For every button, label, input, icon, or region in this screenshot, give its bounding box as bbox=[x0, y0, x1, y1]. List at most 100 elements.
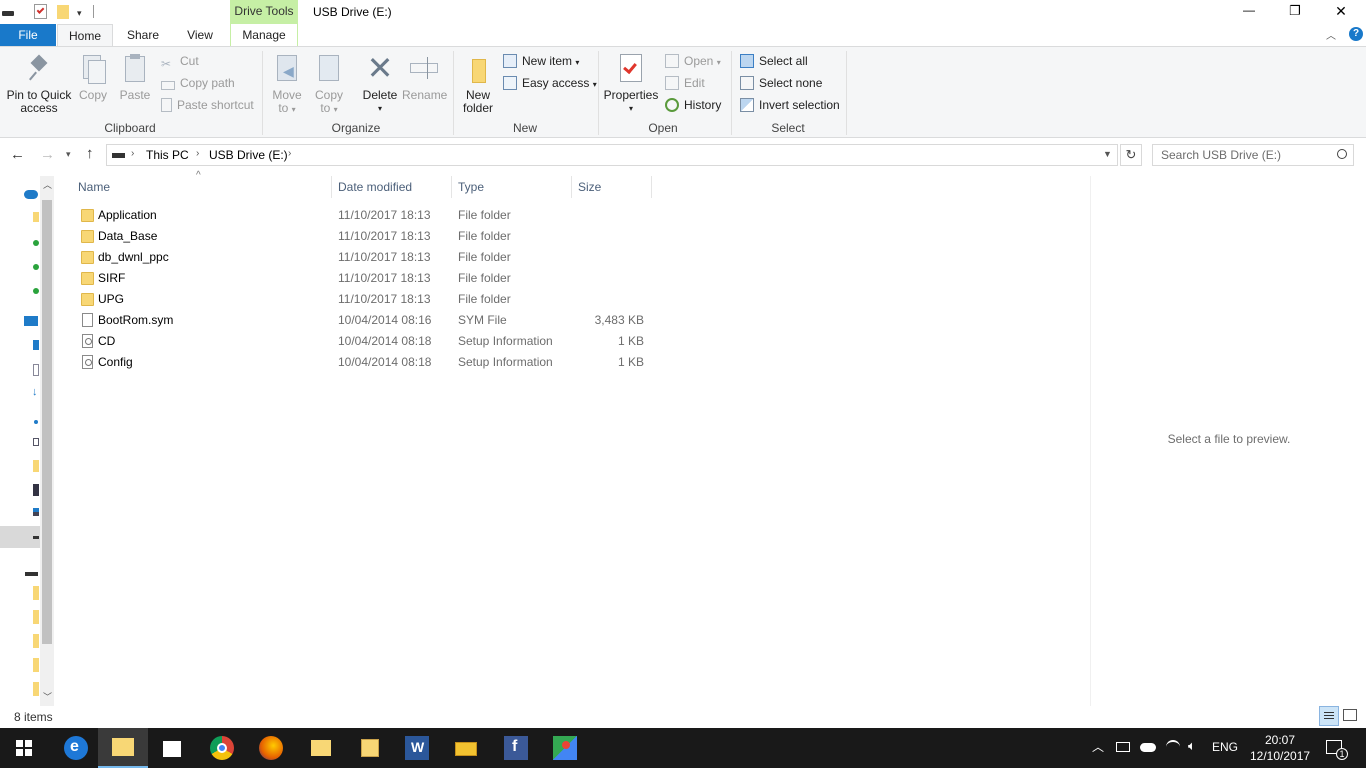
breadcrumb-usb-drive[interactable]: USB Drive (E:) bbox=[209, 147, 288, 163]
word-icon[interactable]: W bbox=[405, 736, 429, 760]
delete-dropdown-icon[interactable]: ▾ bbox=[358, 102, 402, 115]
maximize-button[interactable]: ❐ bbox=[1272, 0, 1318, 24]
column-header-size[interactable]: Size bbox=[572, 176, 652, 198]
select-all-button[interactable]: Select all bbox=[740, 53, 808, 69]
nav-folder-icon[interactable] bbox=[33, 460, 39, 472]
facebook-icon[interactable]: f bbox=[504, 736, 528, 760]
copy-button[interactable]: Copy bbox=[74, 53, 112, 102]
column-header-date[interactable]: Date modified bbox=[332, 176, 452, 198]
file-row[interactable]: UPG 11/10/2017 18:13 File folder bbox=[76, 289, 656, 310]
chrome-icon[interactable] bbox=[210, 736, 234, 760]
copy-path-button[interactable]: Copy path bbox=[161, 75, 235, 91]
clock-date[interactable]: 12/10/2017 bbox=[1250, 749, 1310, 763]
invert-selection-button[interactable]: Invert selection bbox=[740, 97, 840, 113]
file-row[interactable]: Config 10/04/2014 08:18 Setup Information 1… bbox=[76, 352, 656, 373]
minimize-button[interactable]: — bbox=[1226, 0, 1272, 24]
properties-button[interactable]: Properties ▾ bbox=[602, 53, 660, 115]
firefox-icon[interactable] bbox=[259, 736, 283, 760]
nav-selected-usb-drive[interactable] bbox=[0, 526, 40, 548]
nav-usb-drive-icon[interactable] bbox=[25, 572, 38, 576]
usb-tray-icon[interactable] bbox=[1116, 742, 1130, 752]
copy-to-button[interactable]: Copy to ▾ bbox=[310, 53, 348, 116]
file-row[interactable]: CD 10/04/2014 08:18 Setup Information 1 KB bbox=[76, 331, 656, 352]
nav-folder-icon[interactable] bbox=[33, 586, 39, 600]
nav-music-icon[interactable] bbox=[34, 420, 38, 424]
edge-icon[interactable]: e bbox=[64, 736, 88, 760]
file-row[interactable]: SIRF 11/10/2017 18:13 File folder bbox=[76, 268, 656, 289]
nav-network-icon[interactable] bbox=[33, 508, 39, 512]
history-button[interactable]: History bbox=[665, 97, 721, 113]
move-to-button[interactable]: ◀ Move to ▾ bbox=[268, 53, 306, 116]
start-windows-icon[interactable] bbox=[16, 740, 32, 756]
paste-button[interactable]: Paste bbox=[114, 53, 156, 102]
search-icon[interactable] bbox=[1337, 149, 1347, 159]
file-row[interactable]: BootRom.sym 10/04/2014 08:16 SYM File 3,483… bbox=[76, 310, 656, 331]
nav-videos-icon[interactable] bbox=[33, 484, 39, 496]
nav-folder-icon[interactable] bbox=[33, 610, 39, 624]
file-explorer-taskbar-icon[interactable] bbox=[98, 728, 148, 768]
nav-folder-icon[interactable] bbox=[33, 682, 39, 696]
nav-desktop-icon[interactable] bbox=[33, 340, 39, 350]
file-row[interactable]: Application 11/10/2017 18:13 File folder bbox=[76, 205, 656, 226]
select-none-button[interactable]: Select none bbox=[740, 75, 822, 91]
address-dropdown-icon[interactable]: ▼ bbox=[1103, 149, 1112, 159]
nav-downloads-icon[interactable]: ↓ bbox=[32, 386, 38, 398]
folder-shortcut-icon[interactable] bbox=[309, 736, 333, 760]
breadcrumb-chevron-icon[interactable]: › bbox=[196, 148, 199, 159]
onedrive-icon[interactable] bbox=[24, 190, 38, 199]
rename-button[interactable]: Rename bbox=[402, 53, 447, 102]
maps-icon[interactable] bbox=[553, 736, 577, 760]
nav-folder-icon[interactable] bbox=[33, 658, 39, 672]
column-header-name[interactable]: Name bbox=[72, 176, 332, 198]
customize-toolbar-icon[interactable]: ▾ bbox=[77, 8, 82, 19]
wifi-icon[interactable] bbox=[1166, 740, 1180, 754]
details-view-button[interactable] bbox=[1319, 706, 1339, 726]
tab-share[interactable]: Share bbox=[114, 24, 172, 46]
show-hidden-icons[interactable]: ︿ bbox=[1092, 738, 1104, 755]
scroll-up-icon[interactable]: ︿ bbox=[43, 178, 52, 191]
recent-locations-dropdown-icon[interactable]: ▾ bbox=[66, 149, 71, 160]
pin-to-quick-access-button[interactable]: Pin to Quick access bbox=[4, 53, 74, 115]
breadcrumb-chevron-icon[interactable]: › bbox=[131, 148, 134, 159]
nav-folder-icon[interactable] bbox=[33, 634, 39, 648]
delete-button[interactable]: ✕ Delete ▾ bbox=[358, 52, 402, 115]
volume-muted-icon[interactable]: 🔈︎ bbox=[1188, 738, 1196, 754]
nav-drive-icon[interactable] bbox=[33, 512, 39, 516]
open-button[interactable]: Open ▾ bbox=[665, 53, 721, 71]
file-row[interactable]: Data_Base 11/10/2017 18:13 File folder bbox=[76, 226, 656, 247]
properties-dropdown-icon[interactable]: ▾ bbox=[602, 102, 660, 115]
back-button[interactable]: ← bbox=[10, 147, 25, 163]
scroll-down-icon[interactable]: ﹀ bbox=[43, 690, 52, 703]
up-button[interactable]: ↑ bbox=[86, 146, 94, 162]
onedrive-tray-icon[interactable] bbox=[1140, 743, 1156, 752]
tab-manage[interactable]: Manage bbox=[230, 24, 298, 46]
documents-shortcut-icon[interactable] bbox=[358, 736, 382, 760]
forward-button[interactable]: → bbox=[40, 147, 55, 163]
scroll-thumb[interactable] bbox=[42, 200, 52, 644]
new-folder-quick-icon[interactable] bbox=[57, 5, 69, 19]
nav-scrollbar[interactable]: ︿ ﹀ bbox=[40, 176, 54, 706]
paste-shortcut-button[interactable]: Paste shortcut bbox=[161, 97, 254, 113]
breadcrumb-chevron-icon[interactable]: › bbox=[288, 148, 291, 159]
nav-folder-icon[interactable] bbox=[33, 212, 39, 222]
edit-button[interactable]: Edit bbox=[665, 75, 705, 91]
collapse-ribbon-icon[interactable]: ︿ bbox=[1326, 27, 1336, 42]
this-pc-icon[interactable] bbox=[24, 316, 38, 326]
nav-documents-icon[interactable] bbox=[33, 364, 39, 376]
tab-view[interactable]: View bbox=[172, 24, 228, 46]
properties-quick-icon[interactable] bbox=[34, 4, 47, 19]
large-icons-view-button[interactable] bbox=[1343, 709, 1357, 721]
close-button[interactable]: ✕ bbox=[1318, 0, 1364, 24]
file-row[interactable]: db_dwnl_ppc 11/10/2017 18:13 File folder bbox=[76, 247, 656, 268]
breadcrumb-this-pc[interactable]: This PC bbox=[146, 147, 189, 163]
refresh-button[interactable]: ↻ bbox=[1120, 144, 1142, 166]
address-bar[interactable]: › This PC › USB Drive (E:) › ▼ bbox=[106, 144, 1118, 166]
language-indicator[interactable]: ENG bbox=[1212, 740, 1238, 754]
new-item-button[interactable]: New item ▾ bbox=[503, 53, 579, 71]
cut-button[interactable]: ✂ Cut bbox=[161, 53, 199, 71]
tab-home[interactable]: Home bbox=[57, 24, 113, 47]
column-header-type[interactable]: Type bbox=[452, 176, 572, 198]
store-icon[interactable] bbox=[160, 736, 184, 760]
nav-pictures-icon[interactable] bbox=[33, 438, 39, 446]
new-folder-button[interactable]: New folder bbox=[459, 53, 497, 115]
